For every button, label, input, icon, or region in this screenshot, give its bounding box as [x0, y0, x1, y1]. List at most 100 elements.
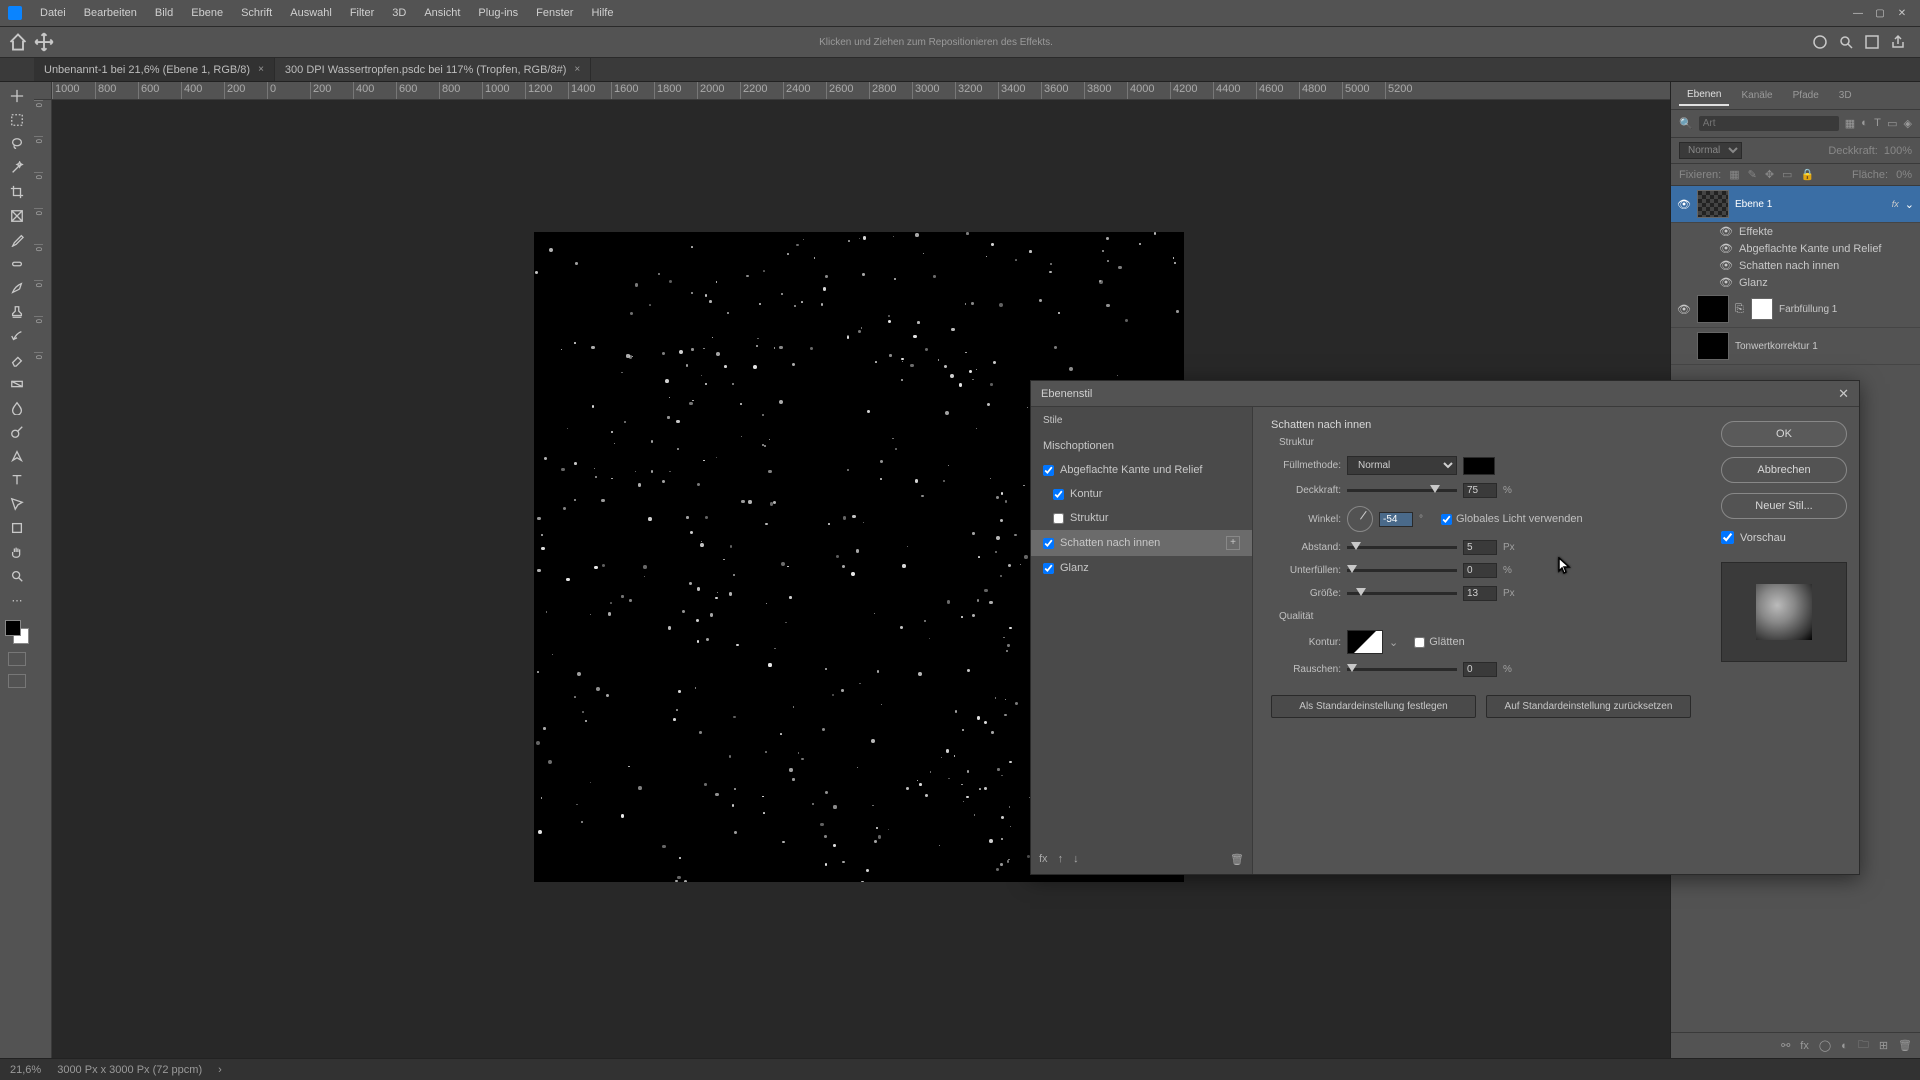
tab-close-icon[interactable]: ×	[258, 64, 264, 75]
filter-adjust-icon[interactable]: ◐	[1861, 117, 1868, 131]
cloud-icon[interactable]	[1812, 34, 1828, 50]
style-contour[interactable]: Kontur	[1031, 482, 1252, 506]
dialog-close-icon[interactable]: ✕	[1838, 386, 1849, 402]
lasso-tool[interactable]	[5, 134, 29, 154]
style-bevel[interactable]: Abgeflachte Kante und Relief	[1031, 458, 1252, 482]
gradient-tool[interactable]	[5, 374, 29, 394]
dialog-titlebar[interactable]: Ebenenstil ✕	[1031, 381, 1859, 407]
opacity-input[interactable]	[1463, 483, 1497, 498]
fx-menu-icon[interactable]: fx	[1039, 853, 1048, 866]
eyedropper-tool[interactable]	[5, 230, 29, 250]
layer-style-icon[interactable]: fx	[1800, 1040, 1809, 1052]
screenmode-icon[interactable]	[8, 674, 26, 688]
visibility-icon[interactable]: 👁	[1719, 242, 1733, 255]
noise-slider[interactable]	[1347, 668, 1457, 671]
foreground-color[interactable]	[5, 620, 21, 636]
antialias-checkbox[interactable]: Glätten	[1414, 636, 1464, 648]
style-checkbox[interactable]	[1043, 465, 1054, 476]
menu-layer[interactable]: Ebene	[183, 3, 231, 23]
document-info[interactable]: 3000 Px x 3000 Px (72 ppcm)	[57, 1064, 202, 1076]
stamp-tool[interactable]	[5, 302, 29, 322]
menu-plugins[interactable]: Plug-ins	[470, 3, 526, 23]
eraser-tool[interactable]	[5, 350, 29, 370]
move-down-icon[interactable]: ↓	[1073, 853, 1079, 866]
layer-mask-icon[interactable]: ◯	[1819, 1039, 1831, 1052]
opacity-slider[interactable]	[1347, 489, 1457, 492]
lock-pixels-icon[interactable]: ✎	[1748, 168, 1757, 181]
filter-smart-icon[interactable]: ◈	[1904, 117, 1912, 131]
menu-edit[interactable]: Bearbeiten	[76, 3, 145, 23]
document-tab-1[interactable]: Unbenannt-1 bei 21,6% (Ebene 1, RGB/8) ×	[34, 58, 275, 81]
style-checkbox[interactable]	[1043, 563, 1054, 574]
layer-filter-input[interactable]	[1699, 116, 1839, 131]
layer-thumb[interactable]	[1697, 190, 1729, 218]
global-light-checkbox[interactable]: Globales Licht verwenden	[1441, 513, 1583, 525]
brush-tool[interactable]	[5, 278, 29, 298]
layer-thumb[interactable]	[1697, 295, 1729, 323]
adjustment-icon[interactable]: ◐	[1841, 1040, 1848, 1052]
quickmask-icon[interactable]	[8, 652, 26, 666]
move-tool[interactable]	[5, 86, 29, 106]
crop-tool[interactable]	[5, 182, 29, 202]
visibility-icon[interactable]: 👁	[1719, 276, 1733, 289]
zoom-level[interactable]: 21,6%	[10, 1064, 41, 1076]
group-icon[interactable]: 🗀	[1858, 1036, 1869, 1055]
shadow-color-swatch[interactable]	[1463, 457, 1495, 475]
style-checkbox[interactable]	[1053, 489, 1064, 500]
angle-dial[interactable]	[1347, 506, 1373, 532]
effect-satin[interactable]: 👁 Glanz	[1671, 274, 1920, 291]
visibility-icon[interactable]: 👁	[1719, 259, 1733, 272]
preview-checkbox[interactable]: Vorschau	[1721, 531, 1847, 544]
layer-name[interactable]: Farbfüllung 1	[1779, 304, 1914, 315]
menu-help[interactable]: Hilfe	[583, 3, 621, 23]
share-icon[interactable]	[1890, 34, 1906, 50]
link-layers-icon[interactable]: ⚯	[1781, 1039, 1790, 1052]
hand-tool[interactable]	[5, 542, 29, 562]
style-checkbox[interactable]	[1043, 538, 1054, 549]
history-brush-tool[interactable]	[5, 326, 29, 346]
noise-input[interactable]	[1463, 662, 1497, 677]
layer-name[interactable]: Tonwertkorrektur 1	[1735, 341, 1914, 352]
link-icon[interactable]: ⎘	[1735, 303, 1745, 316]
style-texture[interactable]: Struktur	[1031, 506, 1252, 530]
cancel-button[interactable]: Abbrechen	[1721, 457, 1847, 483]
shape-tool[interactable]	[5, 518, 29, 538]
document-tab-2[interactable]: 300 DPI Wassertropfen.psdc bei 117% (Tro…	[275, 58, 591, 81]
fillmode-select[interactable]: Normal	[1347, 456, 1457, 475]
filter-type-icon[interactable]: T	[1874, 117, 1881, 131]
move-tool-icon[interactable]	[34, 32, 54, 52]
pen-tool[interactable]	[5, 446, 29, 466]
menu-view[interactable]: Ansicht	[416, 3, 468, 23]
layer-thumb[interactable]	[1697, 332, 1729, 360]
size-slider[interactable]	[1347, 592, 1457, 595]
blur-tool[interactable]	[5, 398, 29, 418]
home-icon[interactable]	[8, 32, 28, 52]
choke-input[interactable]	[1463, 563, 1497, 578]
blend-options-item[interactable]: Mischoptionen	[1031, 434, 1252, 458]
tab-3d[interactable]: 3D	[1831, 86, 1860, 105]
blend-mode-select[interactable]: Normal	[1679, 142, 1742, 159]
trash-icon[interactable]: 🗑	[1230, 853, 1244, 866]
tab-channels[interactable]: Kanäle	[1733, 86, 1780, 105]
new-style-button[interactable]: Neuer Stil...	[1721, 493, 1847, 519]
ok-button[interactable]: OK	[1721, 421, 1847, 447]
filter-shape-icon[interactable]: ▭	[1887, 117, 1897, 131]
menu-window[interactable]: Fenster	[528, 3, 581, 23]
distance-input[interactable]	[1463, 540, 1497, 555]
frame-tool[interactable]	[5, 206, 29, 226]
layer-row-3[interactable]: Tonwertkorrektur 1	[1671, 328, 1920, 365]
reset-default-button[interactable]: Auf Standardeinstellung zurücksetzen	[1486, 695, 1691, 718]
lock-all-icon[interactable]: 🔒	[1800, 168, 1814, 181]
tab-layers[interactable]: Ebenen	[1679, 85, 1729, 106]
effect-inner-shadow[interactable]: 👁 Schatten nach innen	[1671, 257, 1920, 274]
tab-close-icon[interactable]: ×	[574, 64, 580, 75]
search-icon[interactable]	[1838, 34, 1854, 50]
move-up-icon[interactable]: ↑	[1058, 853, 1064, 866]
lock-position-icon[interactable]: ✥	[1765, 168, 1774, 181]
color-swatches[interactable]	[5, 620, 29, 644]
fx-badge[interactable]: fx	[1892, 199, 1899, 209]
lock-artboard-icon[interactable]: ▭	[1782, 168, 1792, 181]
filter-icon[interactable]: 🔍	[1679, 117, 1693, 130]
contour-picker[interactable]	[1347, 630, 1383, 654]
layer-row-1[interactable]: 👁 Ebene 1 fx ⌄	[1671, 186, 1920, 223]
